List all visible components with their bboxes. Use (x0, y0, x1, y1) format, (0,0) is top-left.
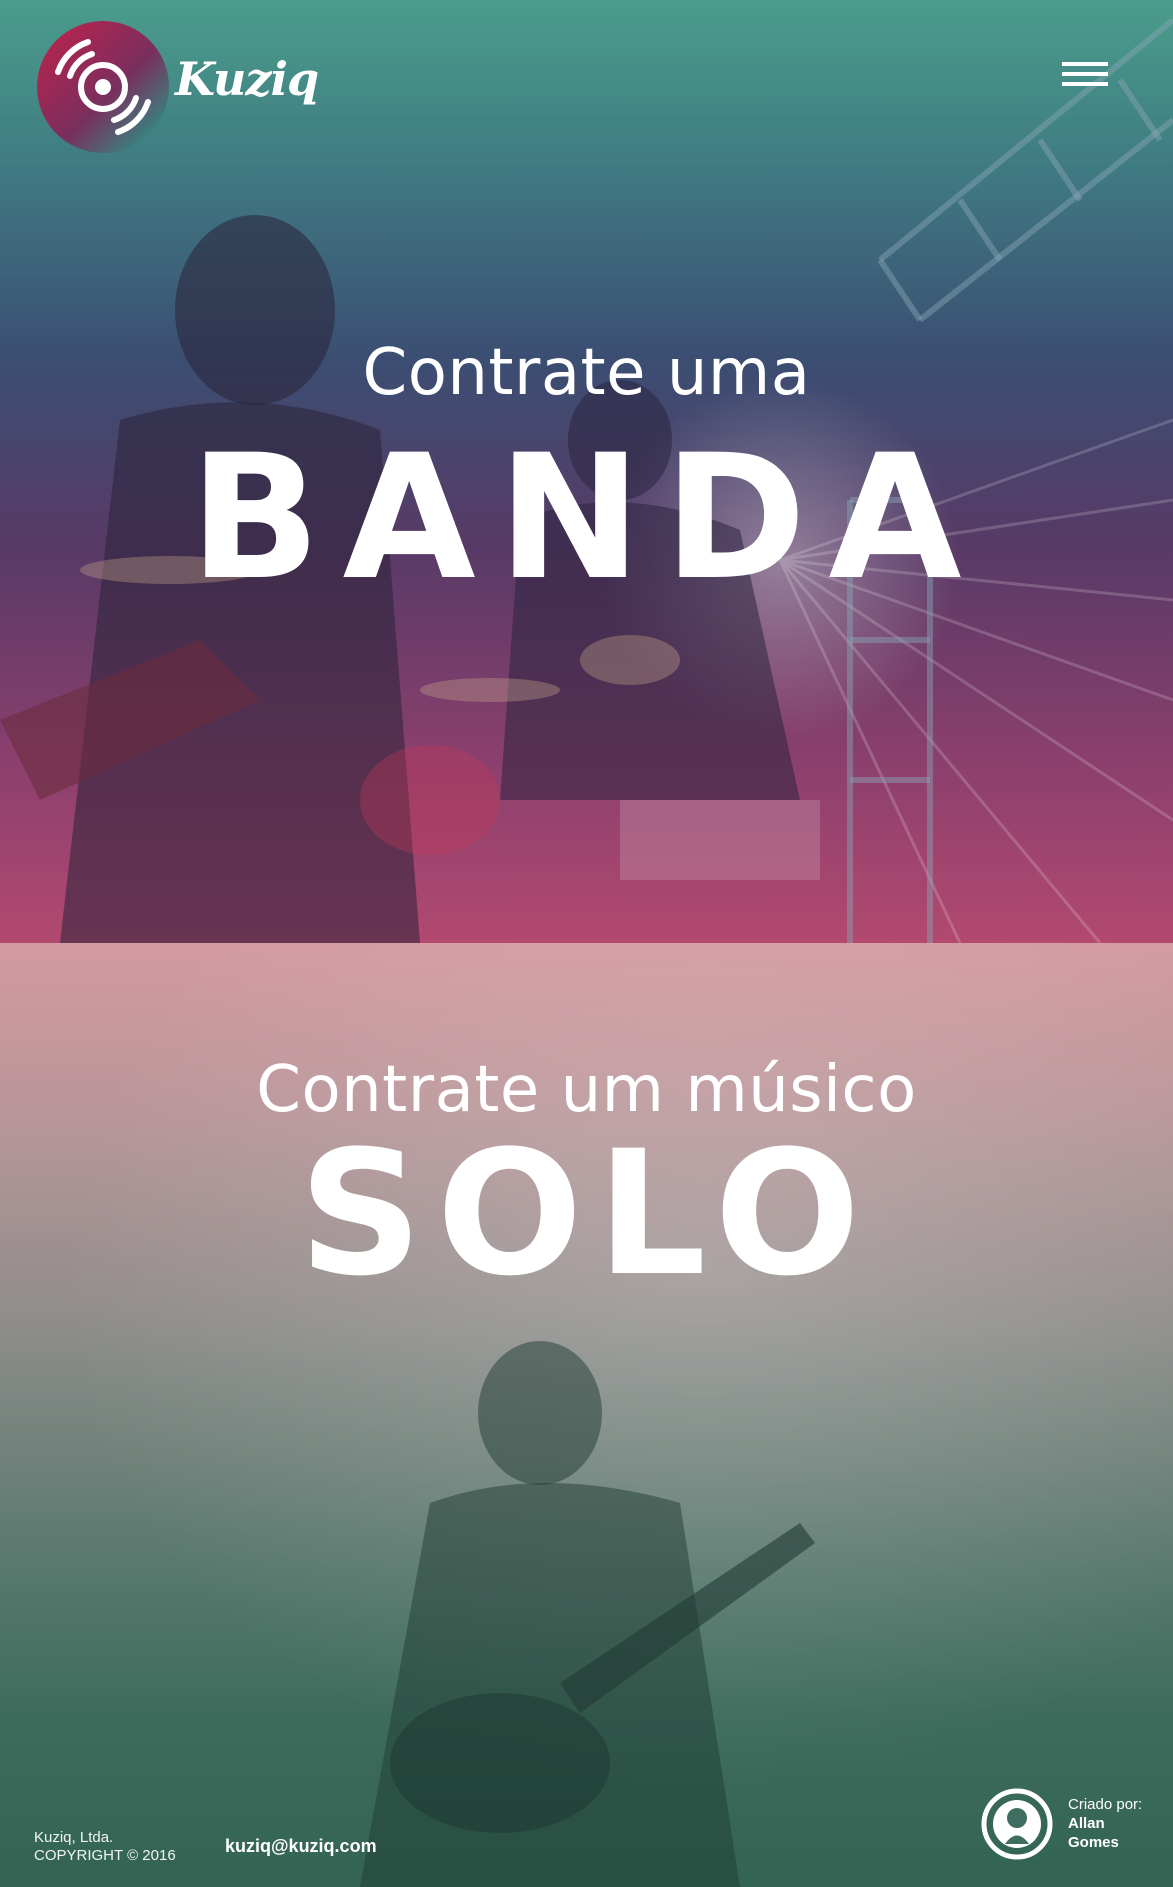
solo-headline[interactable]: SOLO (0, 1128, 1173, 1300)
band-caption: Contrate uma (362, 336, 811, 410)
author-credit: Criado por: Allan Gomes (1068, 1795, 1142, 1852)
hamburger-menu-icon[interactable] (1062, 62, 1108, 92)
company-name: Kuziq, Ltda. (34, 1829, 114, 1846)
brand-wordmark: Kuziq (175, 52, 319, 106)
menu-bar (1062, 82, 1108, 86)
contact-email-link[interactable]: kuziq@kuziq.com (225, 1836, 377, 1857)
credit-last-name: Gomes (1068, 1834, 1119, 1851)
band-hero-section[interactable]: Contrate uma BANDA (0, 0, 1173, 943)
solo-hero-section[interactable]: Contrate um músico SOLO (0, 943, 1173, 1887)
menu-bar (1062, 62, 1108, 66)
author-avatar-icon[interactable] (980, 1787, 1054, 1861)
credit-label: Criado por: (1068, 1796, 1143, 1813)
band-headline[interactable]: BANDA (0, 432, 1173, 604)
copyright-text: COPYRIGHT © 2016 (34, 1847, 176, 1864)
footer-legal: Kuziq, Ltda. COPYRIGHT © 2016 (34, 1829, 176, 1865)
credit-first-name: Allan (1068, 1815, 1105, 1832)
kuziq-logo-link[interactable] (36, 20, 170, 154)
menu-bar (1062, 72, 1108, 76)
vinyl-disc-logo-icon (37, 21, 169, 153)
